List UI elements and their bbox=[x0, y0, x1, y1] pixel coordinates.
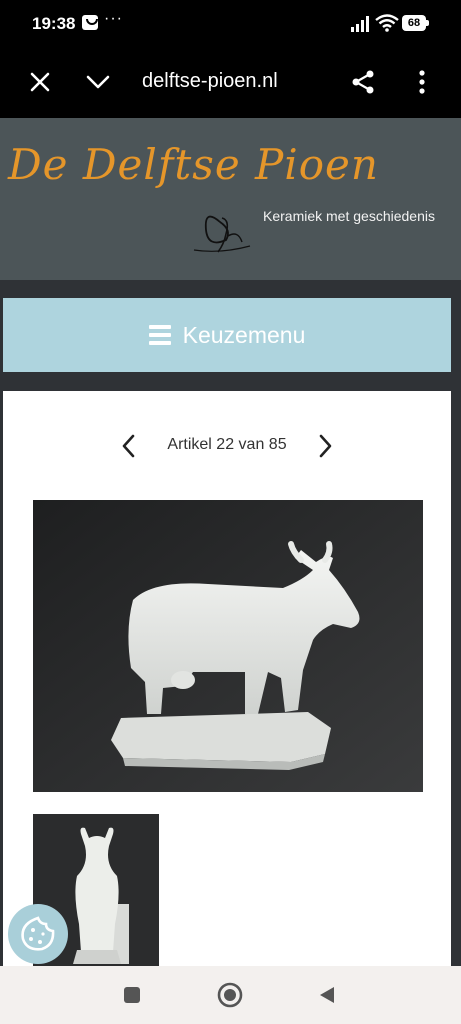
cow-figurine-image bbox=[33, 500, 423, 792]
share-button[interactable] bbox=[343, 62, 383, 102]
status-more-notifications: ··· bbox=[104, 10, 123, 27]
site-tagline: Keramiek met geschiedenis bbox=[263, 208, 435, 224]
recents-square-icon bbox=[124, 987, 140, 1003]
close-icon bbox=[30, 72, 50, 92]
back-triangle-icon bbox=[320, 987, 334, 1003]
more-vertical-icon bbox=[419, 70, 425, 94]
site-title[interactable]: De Delftse Pioen bbox=[8, 140, 379, 189]
battery-icon: 68 bbox=[402, 15, 429, 31]
status-bar: 19:38 ··· 68 bbox=[0, 0, 461, 48]
system-navigation-bar bbox=[0, 966, 461, 1024]
back-button[interactable] bbox=[312, 980, 342, 1010]
signal-icon bbox=[351, 16, 369, 32]
article-pager: Artikel 22 van 85 bbox=[3, 431, 451, 461]
minimize-button[interactable] bbox=[78, 62, 118, 102]
chevron-right-icon[interactable] bbox=[313, 433, 337, 459]
cookie-settings-button[interactable] bbox=[8, 904, 68, 964]
browser-toolbar: delftse-pioen.nl bbox=[0, 48, 461, 118]
status-time: 19:38 bbox=[32, 14, 76, 33]
peony-logo-icon bbox=[193, 215, 251, 253]
keuzemenu-button[interactable]: Keuzemenu bbox=[3, 298, 451, 372]
share-icon bbox=[352, 70, 374, 94]
wifi-icon bbox=[375, 14, 399, 32]
url-text[interactable]: delftse-pioen.nl bbox=[142, 70, 332, 93]
home-button[interactable] bbox=[215, 980, 245, 1010]
product-main-image[interactable] bbox=[33, 500, 423, 792]
chevron-down-icon bbox=[86, 75, 110, 89]
article-counter: Artikel 22 van 85 bbox=[167, 436, 287, 453]
hamburger-icon bbox=[148, 325, 171, 345]
home-circle-icon bbox=[217, 982, 243, 1008]
site-header: De Delftse Pioen Keramiek met geschieden… bbox=[0, 118, 461, 280]
product-card: Artikel 22 van 85 bbox=[3, 391, 451, 1024]
cookie-icon bbox=[21, 916, 55, 951]
menu-label: Keuzemenu bbox=[182, 321, 306, 348]
overflow-menu-button[interactable] bbox=[402, 62, 442, 102]
message-notification-icon bbox=[82, 15, 98, 30]
recents-button[interactable] bbox=[117, 980, 147, 1010]
close-button[interactable] bbox=[20, 62, 60, 102]
